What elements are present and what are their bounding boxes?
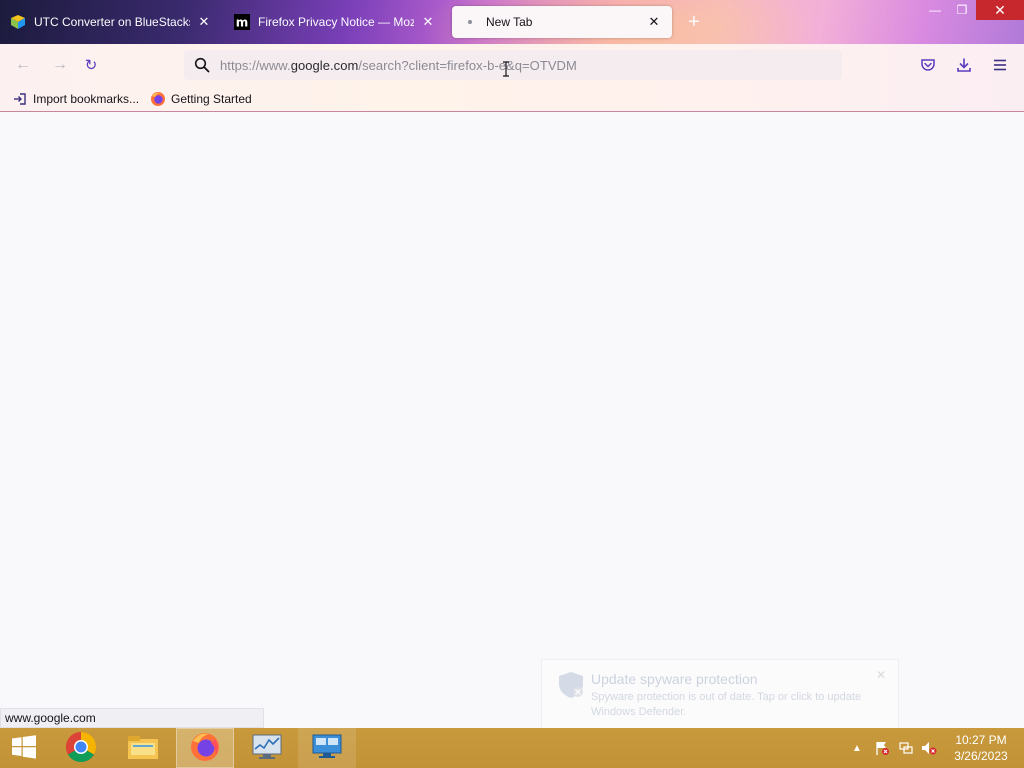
forward-button[interactable]: →	[47, 53, 73, 77]
bookmarks-toolbar: Import bookmarks... Getting Started	[0, 86, 1024, 112]
pocket-icon[interactable]	[916, 53, 940, 77]
defender-notification[interactable]: Update spyware protection Spyware protec…	[541, 659, 899, 729]
network-icon[interactable]	[897, 728, 915, 768]
start-icon	[11, 734, 37, 762]
text-cursor	[502, 61, 510, 77]
show-hidden-icons-chevron-icon[interactable]: ▲	[850, 728, 864, 768]
defender-shield-icon	[556, 670, 586, 700]
tab-utc-converter[interactable]: UTC Converter on BlueStacks ✕	[0, 6, 222, 38]
taskbar: ▲ 10:27 PM 3/26/2023	[0, 728, 1024, 768]
taskbar-performance-monitor[interactable]	[238, 728, 296, 768]
url-domain: google.com	[290, 57, 359, 73]
download-icon[interactable]	[952, 53, 976, 77]
notification-title: Update spyware protection	[591, 671, 758, 687]
clock-date: 3/26/2023	[954, 749, 1008, 763]
taskbar-firefox[interactable]	[176, 728, 234, 768]
hamburger-menu-icon[interactable]	[988, 53, 1012, 77]
bookmark-getting-started[interactable]: Getting Started	[150, 90, 252, 108]
bookmark-label: Import bookmarks...	[33, 92, 140, 106]
back-button[interactable]: ←	[10, 53, 36, 77]
close-window-button[interactable]: ✕	[976, 0, 1024, 20]
firefox-icon	[189, 731, 221, 766]
tab-privacy-notice[interactable]: m Firefox Privacy Notice — Mozilla ✕	[224, 6, 446, 38]
url-prefix: https://www.	[220, 57, 291, 73]
tab-close-icon[interactable]: ✕	[646, 14, 662, 30]
dot-icon	[462, 14, 478, 30]
tab-new-tab[interactable]: New Tab ✕	[452, 6, 672, 38]
tab-title: UTC Converter on BlueStacks	[34, 15, 190, 29]
minimize-button[interactable]: —	[920, 0, 950, 20]
page-content	[0, 113, 1024, 728]
url-suffix: /search?client=firefox-b-e&q=OTVDM	[358, 57, 577, 73]
clock-time: 10:27 PM	[955, 733, 1007, 747]
bookmark-label: Getting Started	[171, 92, 252, 106]
tab-close-icon[interactable]: ✕	[196, 14, 212, 30]
start-button[interactable]	[0, 728, 48, 768]
url-bar[interactable]: https://www.google.com/search?client=fir…	[184, 50, 842, 80]
firefox-icon	[150, 91, 166, 107]
system-clock[interactable]: 10:27 PM 3/26/2023	[946, 732, 1016, 764]
reload-button[interactable]: ↻	[78, 53, 104, 77]
search-icon	[188, 57, 216, 73]
nav-bar: ← → ↻ https://www.google.com/search?clie…	[0, 44, 1024, 86]
link-status-bar: www.google.com	[0, 708, 264, 728]
bookmark-import[interactable]: Import bookmarks...	[12, 90, 139, 108]
tab-close-icon[interactable]: ✕	[420, 14, 436, 30]
chrome-icon	[65, 731, 97, 766]
taskbar-file-explorer[interactable]	[114, 728, 172, 768]
file-explorer-icon	[127, 733, 159, 764]
maximize-button[interactable]: ❐	[947, 0, 977, 20]
import-icon	[12, 91, 28, 107]
remote-desktop-icon	[311, 733, 343, 764]
tab-strip: UTC Converter on BlueStacks ✕ m Firefox …	[0, 0, 1024, 44]
volume-muted-icon[interactable]	[920, 728, 938, 768]
taskbar-chrome[interactable]	[52, 728, 110, 768]
tab-title: New Tab	[486, 15, 533, 29]
bluestacks-icon	[10, 14, 26, 30]
mozilla-m-icon: m	[234, 14, 250, 30]
url-text[interactable]: https://www.google.com/search?client=fir…	[216, 58, 577, 73]
taskbar-remote-desktop[interactable]	[298, 728, 356, 768]
performance-monitor-icon	[251, 733, 283, 764]
svg-text:m: m	[236, 16, 249, 30]
action-center-flag-icon[interactable]	[873, 728, 891, 768]
notification-close-icon[interactable]: ✕	[876, 668, 886, 682]
tab-title: Firefox Privacy Notice — Mozilla	[258, 15, 414, 29]
notification-body: Spyware protection is out of date. Tap o…	[591, 691, 862, 718]
new-tab-button[interactable]: +	[683, 12, 705, 34]
